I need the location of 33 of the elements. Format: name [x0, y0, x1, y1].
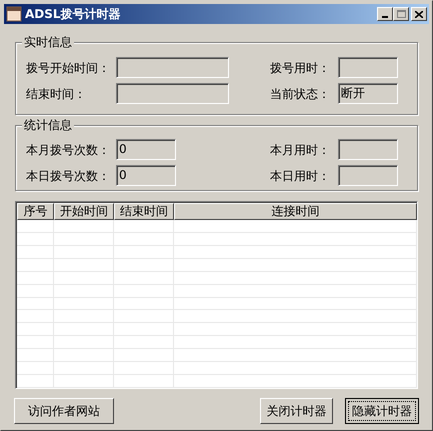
- minimize-icon: [382, 16, 388, 18]
- column-header[interactable]: 开始时间: [54, 203, 114, 220]
- maximize-icon: [396, 10, 406, 18]
- column-header[interactable]: 序号: [17, 203, 54, 220]
- text-field[interactable]: [116, 57, 229, 78]
- field-label: 本月用时：: [270, 142, 330, 158]
- maximize-button[interactable]: [393, 7, 409, 21]
- close-icon: [415, 10, 423, 18]
- column-header[interactable]: 连接时间: [174, 203, 417, 220]
- field-label: 拨号用时：: [270, 60, 330, 76]
- field-label: 本日拨号次数：: [25, 168, 111, 184]
- dialog-button[interactable]: 隐藏计时器: [345, 398, 419, 424]
- dialog-button[interactable]: 关闭计时器: [260, 398, 333, 424]
- text-field[interactable]: [338, 139, 398, 160]
- group-title: 实时信息: [22, 34, 74, 50]
- field-label: 拨号开始时间：: [25, 60, 111, 76]
- app-icon: [6, 6, 22, 22]
- text-field[interactable]: [338, 57, 398, 78]
- close-button[interactable]: [411, 7, 427, 21]
- text-field[interactable]: [338, 165, 398, 186]
- field-label: 结束时间：: [25, 86, 87, 102]
- dialog-button[interactable]: 访问作者网站: [14, 398, 114, 424]
- text-field[interactable]: 0: [116, 139, 176, 160]
- text-field[interactable]: 断开: [338, 83, 398, 104]
- text-field[interactable]: [116, 83, 229, 104]
- field-label: 本日用时：: [270, 168, 330, 184]
- window-title: ADSL拨号计时器: [25, 6, 122, 23]
- text-field[interactable]: 0: [116, 165, 176, 186]
- group-title: 统计信息: [22, 117, 74, 133]
- minimize-button[interactable]: [377, 7, 393, 21]
- column-header[interactable]: 结束时间: [114, 203, 174, 220]
- field-label: 本月拨号次数：: [25, 142, 111, 158]
- field-label: 当前状态：: [270, 86, 330, 102]
